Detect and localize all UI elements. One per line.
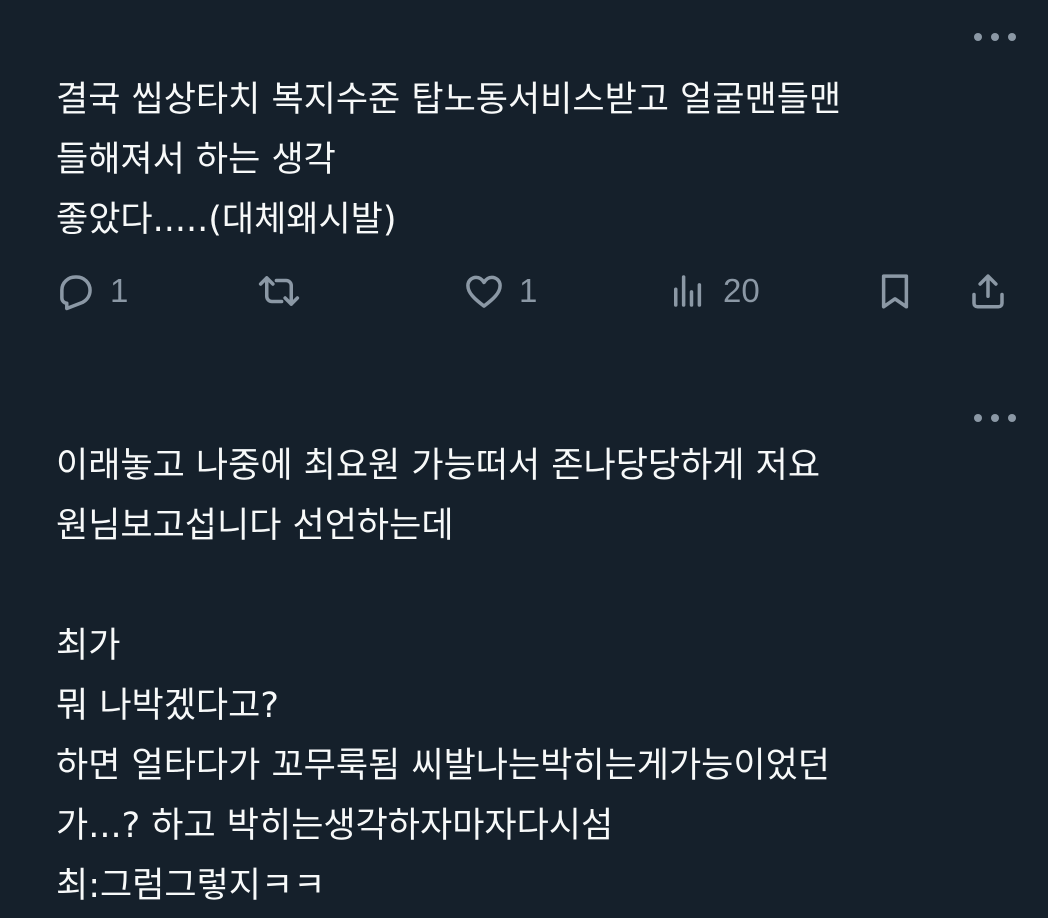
share-icon — [972, 274, 1004, 309]
like-count: 1 — [519, 272, 538, 309]
like-button[interactable]: 1 — [463, 266, 537, 316]
dot-icon — [1008, 414, 1016, 422]
tweet-action-bar: 1 1 20 — [0, 266, 1048, 316]
heart-icon — [466, 275, 502, 308]
bookmark-icon — [881, 274, 909, 309]
dot-icon — [974, 414, 982, 422]
views-button[interactable]: 20 — [667, 266, 760, 316]
analytics-icon — [674, 275, 702, 307]
more-options-button[interactable] — [974, 30, 1016, 44]
views-count: 20 — [723, 272, 760, 309]
dot-icon — [991, 414, 999, 422]
share-button[interactable] — [967, 266, 1009, 316]
more-options-button[interactable] — [974, 411, 1016, 425]
tweet: 결국 씹상타치 복지수준 탑노동서비스받고 얼굴맨들맨 들해져서 하는 생각 좋… — [0, 0, 1048, 350]
tweet-text: 결국 씹상타치 복지수준 탑노동서비스받고 얼굴맨들맨 들해져서 하는 생각 좋… — [56, 80, 842, 240]
dot-icon — [1008, 33, 1016, 41]
retweet-button[interactable] — [258, 266, 314, 316]
bookmark-button[interactable] — [874, 266, 916, 316]
retweet-icon — [258, 276, 300, 306]
dot-icon — [991, 33, 999, 41]
reply-button[interactable]: 1 — [54, 266, 128, 316]
reply-icon — [60, 275, 92, 311]
reply-count: 1 — [110, 272, 129, 309]
tweet: 이래놓고 나중에 최요원 가능떠서 존나당당하게 저요 원님보고섭니다 선언하는… — [0, 392, 1048, 918]
tweet-text: 이래놓고 나중에 최요원 가능떠서 존나당당하게 저요 원님보고섭니다 선언하는… — [56, 446, 830, 906]
dot-icon — [974, 33, 982, 41]
